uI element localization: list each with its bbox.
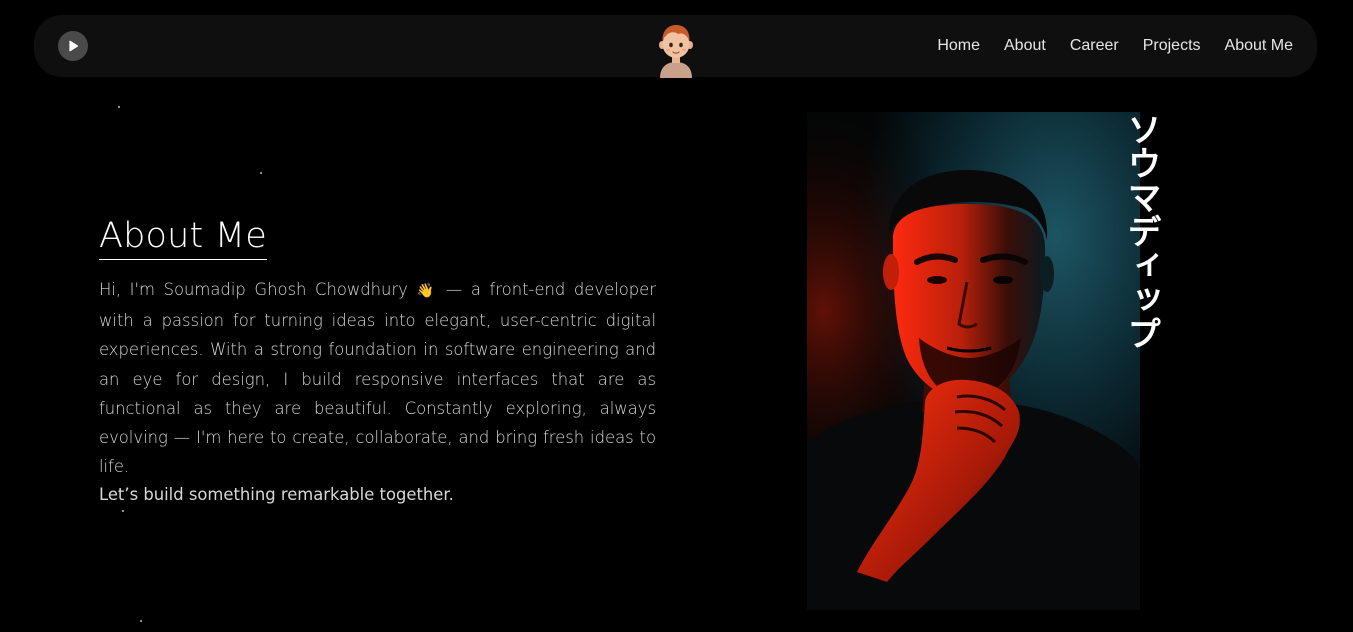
nav-link-about[interactable]: About	[1004, 37, 1046, 55]
avatar	[654, 22, 698, 78]
about-intro: Hi, I'm Soumadip Ghosh Chowdhury	[99, 280, 408, 299]
nav-link-home[interactable]: Home	[937, 37, 980, 55]
nav-link-career[interactable]: Career	[1070, 37, 1119, 55]
star-decoration	[260, 172, 262, 174]
about-paragraph: Hi, I'm Soumadip Ghosh Chowdhury 👋 — a f…	[99, 275, 656, 481]
portrait-image	[807, 112, 1140, 610]
about-paragraph-rest: — a front-end developer with a passion f…	[99, 280, 656, 477]
cartoon-boy-avatar-icon	[659, 25, 693, 78]
name-katakana: ソウマディップ	[1121, 112, 1161, 350]
waving-hand-icon: 👋	[416, 283, 438, 299]
nav-link-projects[interactable]: Projects	[1143, 37, 1201, 55]
about-title: About Me	[99, 214, 267, 260]
nav-links: Home About Career Projects About Me	[937, 15, 1293, 77]
play-button[interactable]	[58, 31, 88, 61]
star-decoration	[122, 510, 124, 512]
nav-link-about-me[interactable]: About Me	[1225, 37, 1293, 55]
portrait-photo	[807, 112, 1140, 610]
star-decoration	[140, 620, 142, 622]
star-decoration	[118, 106, 120, 108]
play-icon	[69, 40, 79, 52]
page: Home About Career Projects About Me Abou…	[0, 0, 1353, 632]
about-closing: Let’s build something remarkable togethe…	[99, 485, 454, 504]
top-navbar: Home About Career Projects About Me	[34, 15, 1317, 78]
